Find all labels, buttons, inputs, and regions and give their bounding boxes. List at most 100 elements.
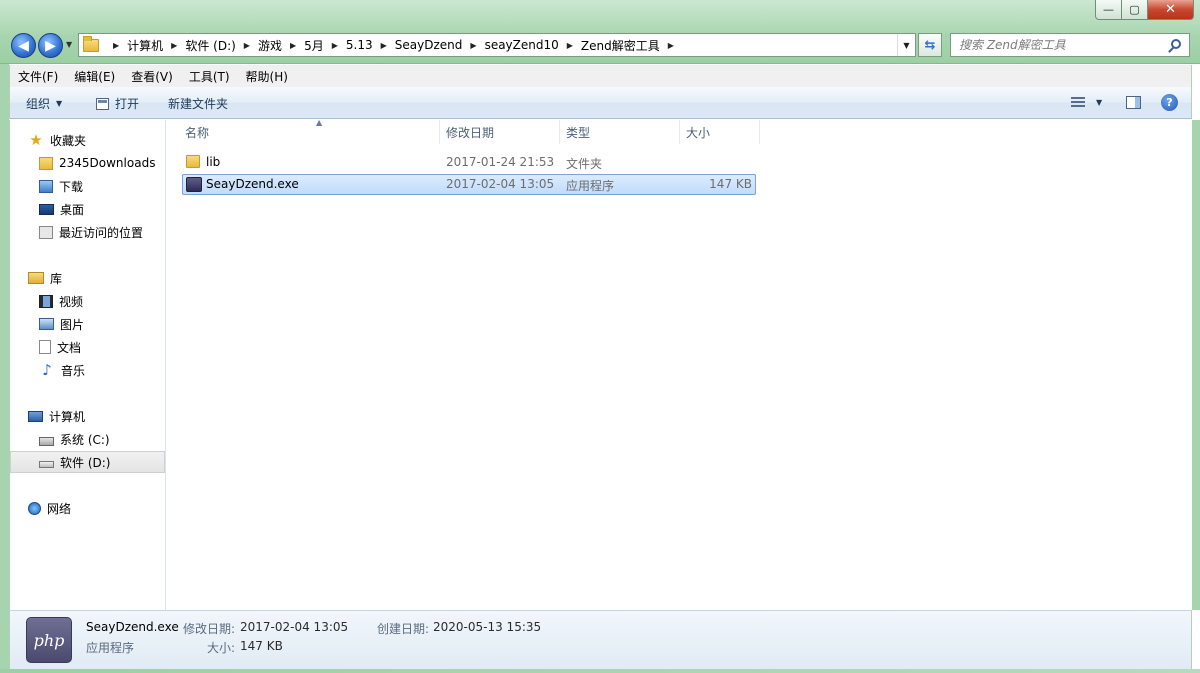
file-list: 名称 ▲ 修改日期 类型 大小 lib 2017-01-24 21:53 文件夹… xyxy=(167,118,1192,610)
search-icon[interactable] xyxy=(1171,39,1181,49)
nav-item-label: 2345Downloads xyxy=(59,156,156,170)
breadcrumb: ▶ 计算机 ▶ 软件 (D:) ▶ 游戏 ▶ 5月 ▶ 5.13 ▶ SeayD… xyxy=(105,37,682,54)
column-header-modified[interactable]: 修改日期 xyxy=(440,120,560,144)
chevron-right-icon[interactable]: ▶ xyxy=(668,41,674,50)
nav-item-music[interactable]: ♪ 音乐 xyxy=(10,359,165,381)
hard-drive-icon xyxy=(39,461,54,468)
chevron-right-icon[interactable]: ▶ xyxy=(171,41,177,50)
network-icon xyxy=(28,501,41,515)
window-frame-right xyxy=(1192,120,1200,610)
nav-group-network[interactable]: 网络 xyxy=(28,497,185,519)
minimize-button[interactable]: — xyxy=(1095,0,1122,20)
details-modified-label: 修改日期: xyxy=(183,622,236,636)
details-size-label: 大小: xyxy=(207,641,236,655)
help-icon[interactable]: ? xyxy=(1161,94,1178,111)
breadcrumb-item[interactable]: 5.13 xyxy=(346,38,373,52)
refresh-button[interactable]: ⇆ xyxy=(918,33,942,57)
view-options-icon[interactable] xyxy=(1071,97,1085,108)
menu-view[interactable]: 查看(V) xyxy=(123,68,181,85)
preview-pane-icon[interactable] xyxy=(1126,96,1141,109)
search-input[interactable] xyxy=(959,38,1159,52)
chevron-right-icon[interactable]: ▶ xyxy=(332,41,338,50)
file-name: SeayDzend.exe xyxy=(206,177,299,191)
details-file-type: 应用程序 xyxy=(86,641,135,655)
menu-edit[interactable]: 编辑(E) xyxy=(66,68,123,85)
breadcrumb-item[interactable]: 软件 (D:) xyxy=(185,37,235,54)
file-size: 147 KB xyxy=(709,177,752,191)
nav-group-libraries[interactable]: 库 xyxy=(28,267,185,289)
file-type: 应用程序 xyxy=(566,179,615,193)
library-icon xyxy=(28,272,44,284)
breadcrumb-item[interactable]: 游戏 xyxy=(258,37,282,54)
nav-item-label: 桌面 xyxy=(60,202,85,217)
file-modified: 2017-01-24 21:53 xyxy=(446,155,555,169)
close-button[interactable]: ✕ xyxy=(1148,0,1194,20)
breadcrumb-item[interactable]: seayZend10 xyxy=(485,38,559,52)
search-box[interactable] xyxy=(950,33,1190,57)
command-bar: 组织 ▼ 打开 新建文件夹 ▼ ? xyxy=(9,87,1192,119)
organize-button[interactable]: 组织 ▼ xyxy=(26,95,62,112)
breadcrumb-item[interactable]: Zend解密工具 xyxy=(581,37,660,54)
chevron-right-icon[interactable]: ▶ xyxy=(290,41,296,50)
nav-item-label: 图片 xyxy=(60,317,85,332)
menu-tools[interactable]: 工具(T) xyxy=(181,68,238,85)
nav-item-2345downloads[interactable]: 2345Downloads xyxy=(10,152,165,174)
nav-group-label: 收藏夹 xyxy=(50,133,87,148)
chevron-right-icon[interactable]: ▶ xyxy=(244,41,250,50)
chevron-right-icon[interactable]: ▶ xyxy=(381,41,387,50)
video-icon xyxy=(39,294,53,308)
organize-label: 组织 xyxy=(26,97,51,111)
thumbnail-text: php xyxy=(33,630,65,650)
nav-group-computer[interactable]: 计算机 xyxy=(28,405,185,427)
nav-group-label: 计算机 xyxy=(49,409,86,424)
new-folder-button[interactable]: 新建文件夹 xyxy=(168,95,228,112)
address-history-dropdown[interactable]: ▼ xyxy=(897,34,915,56)
nav-item-videos[interactable]: 视频 xyxy=(10,290,165,312)
nav-item-label: 文档 xyxy=(57,340,82,355)
window-controls: — ▢ ✕ xyxy=(1095,0,1194,20)
window-frame-left xyxy=(0,64,9,669)
chevron-right-icon[interactable]: ▶ xyxy=(470,41,476,50)
breadcrumb-item[interactable]: 5月 xyxy=(304,37,324,54)
forward-button[interactable]: ▶ xyxy=(38,33,63,58)
details-file-name: SeayDzend.exe xyxy=(86,620,179,634)
column-label: 名称 xyxy=(185,125,210,140)
maximize-button[interactable]: ▢ xyxy=(1122,0,1148,20)
breadcrumb-item[interactable]: 计算机 xyxy=(127,37,163,54)
details-size-value: 147 KB xyxy=(240,639,283,653)
details-created-value: 2020-05-13 15:35 xyxy=(433,620,542,634)
nav-item-drive-c[interactable]: 系统 (C:) xyxy=(10,428,165,450)
back-button[interactable]: ◀ xyxy=(11,33,36,58)
column-header-type[interactable]: 类型 xyxy=(560,120,680,144)
column-header-name[interactable]: 名称 ▲ xyxy=(179,118,440,144)
arrow-left-icon: ◀ xyxy=(18,37,29,54)
breadcrumb-item[interactable]: SeayDzend xyxy=(395,38,463,52)
open-button[interactable]: 打开 xyxy=(96,95,139,112)
chevron-right-icon[interactable]: ▶ xyxy=(567,41,573,50)
nav-item-pictures[interactable]: 图片 xyxy=(10,313,165,335)
nav-item-label: 系统 (C:) xyxy=(60,432,110,447)
address-bar[interactable]: ▶ 计算机 ▶ 软件 (D:) ▶ 游戏 ▶ 5月 ▶ 5.13 ▶ SeayD… xyxy=(78,33,916,57)
nav-item-drive-d[interactable]: 软件 (D:) xyxy=(10,451,165,473)
nav-group-favorites[interactable]: ★ 收藏夹 xyxy=(28,129,185,151)
recent-pages-dropdown[interactable]: ▼ xyxy=(66,40,72,49)
star-icon: ★ xyxy=(29,131,43,149)
window-frame-bottom xyxy=(0,669,1200,673)
open-label: 打开 xyxy=(115,97,140,111)
nav-item-downloads[interactable]: 下载 xyxy=(10,175,165,197)
download-folder-icon xyxy=(39,179,53,193)
menu-help[interactable]: 帮助(H) xyxy=(238,68,296,85)
column-header-size[interactable]: 大小 xyxy=(680,120,760,144)
column-label: 修改日期 xyxy=(446,125,495,140)
file-type: 文件夹 xyxy=(566,157,603,171)
nav-item-documents[interactable]: 文档 xyxy=(10,336,165,358)
menu-file[interactable]: 文件(F) xyxy=(10,68,66,85)
table-row[interactable]: SeayDzend.exe 2017-02-04 13:05 应用程序 147 … xyxy=(182,174,756,195)
nav-item-desktop[interactable]: 桌面 xyxy=(10,198,165,220)
table-row[interactable]: lib 2017-01-24 21:53 文件夹 xyxy=(182,152,756,173)
nav-item-recent-places[interactable]: 最近访问的位置 xyxy=(10,221,165,243)
chevron-right-icon[interactable]: ▶ xyxy=(113,41,119,50)
music-icon: ♪ xyxy=(42,361,52,379)
chevron-down-icon[interactable]: ▼ xyxy=(1096,98,1102,107)
window-titlebar: — ▢ ✕ ◀ ▶ ▼ ▶ 计算机 ▶ 软件 (D:) ▶ 游戏 ▶ 5月 ▶ … xyxy=(0,0,1200,64)
